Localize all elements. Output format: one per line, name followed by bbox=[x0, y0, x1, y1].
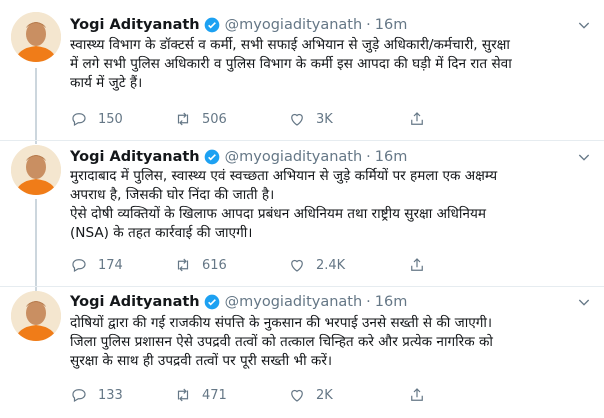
retweet-button[interactable]: 471 bbox=[174, 385, 227, 405]
like-icon bbox=[291, 389, 303, 402]
avatar[interactable] bbox=[11, 291, 61, 341]
share-icon bbox=[411, 388, 423, 401]
separator-dot: · bbox=[366, 17, 371, 33]
author-handle[interactable]: @myogiadityanath bbox=[225, 17, 363, 33]
like-button[interactable]: 2.4K bbox=[288, 255, 345, 275]
like-count: 3K bbox=[316, 111, 333, 127]
share-icon bbox=[411, 258, 423, 271]
chevron-down-icon[interactable] bbox=[576, 149, 592, 165]
avatar[interactable] bbox=[11, 145, 61, 195]
share-button[interactable] bbox=[408, 109, 426, 129]
tweet-line: स्वास्थ्य विभाग के डॉक्टर्स व कर्मी, सभी… bbox=[70, 37, 510, 53]
tweet-line: मुरादाबाद में पुलिस, स्वास्थ्य एवं स्वच्… bbox=[70, 168, 498, 184]
like-count: 2K bbox=[316, 387, 333, 403]
reply-icon bbox=[72, 113, 86, 127]
thread-connector bbox=[35, 68, 37, 144]
share-button[interactable] bbox=[408, 385, 426, 405]
tweet-actions: 174 616 2.4K bbox=[70, 255, 590, 275]
retweet-button[interactable]: 506 bbox=[174, 109, 227, 129]
like-icon bbox=[291, 113, 303, 126]
retweet-icon bbox=[177, 258, 189, 272]
timestamp[interactable]: 16m bbox=[375, 149, 408, 165]
tweet-text: दोषियों द्वारा की गई राजकीय संपत्ति के न… bbox=[70, 314, 590, 371]
like-button[interactable]: 2K bbox=[288, 385, 333, 405]
reply-button[interactable]: 174 bbox=[70, 255, 123, 275]
reply-count: 133 bbox=[98, 387, 123, 403]
reply-button[interactable]: 150 bbox=[70, 109, 123, 129]
tweet-line: सुरक्षा के साथ ही उपद्रवी तत्वों पर पूरी… bbox=[70, 353, 333, 369]
chevron-down-icon[interactable] bbox=[576, 17, 592, 33]
retweet-count: 616 bbox=[202, 257, 227, 273]
tweet-line: कार्य में जुटे हैं। bbox=[70, 75, 143, 91]
like-icon bbox=[291, 259, 303, 272]
tweet-header: Yogi Adityanath @myogiadityanath · 16m bbox=[70, 147, 407, 167]
tweet-actions: 150 506 3K bbox=[70, 109, 590, 129]
author-name[interactable]: Yogi Adityanath bbox=[70, 294, 200, 310]
share-icon bbox=[411, 112, 423, 125]
author-handle[interactable]: @myogiadityanath bbox=[225, 294, 363, 310]
timestamp[interactable]: 16m bbox=[375, 17, 408, 33]
separator-dot: · bbox=[366, 149, 371, 165]
author-name[interactable]: Yogi Adityanath bbox=[70, 17, 200, 33]
retweet-icon bbox=[177, 388, 189, 402]
tweet-3[interactable]: Yogi Adityanath @myogiadityanath · 16m द… bbox=[0, 287, 604, 418]
tweet-header: Yogi Adityanath @myogiadityanath · 16m bbox=[70, 292, 407, 312]
tweet-line: ऐसे दोषी व्यक्तियों के खिलाफ आपदा प्रबंध… bbox=[70, 206, 486, 222]
author-handle[interactable]: @myogiadityanath bbox=[225, 149, 363, 165]
reply-count: 150 bbox=[98, 111, 123, 127]
tweet-1[interactable]: Yogi Adityanath @myogiadityanath · 16m स… bbox=[0, 0, 604, 144]
retweet-button[interactable]: 616 bbox=[174, 255, 227, 275]
share-button[interactable] bbox=[408, 255, 426, 275]
tweet-text: मुरादाबाद में पुलिस, स्वास्थ्य एवं स्वच्… bbox=[70, 167, 590, 243]
reply-count: 174 bbox=[98, 257, 123, 273]
chevron-down-icon[interactable] bbox=[576, 294, 592, 310]
tweet-2[interactable]: Yogi Adityanath @myogiadityanath · 16m म… bbox=[0, 141, 604, 291]
separator-dot: · bbox=[366, 294, 371, 310]
tweet-line: जिला पुलिस प्रशासन ऐसे उपद्रवी तत्वों को… bbox=[70, 334, 493, 350]
tweet-header: Yogi Adityanath @myogiadityanath · 16m bbox=[70, 15, 407, 35]
retweet-icon bbox=[177, 112, 189, 126]
like-count: 2.4K bbox=[316, 257, 346, 273]
thread-connector bbox=[35, 199, 37, 291]
retweet-count: 471 bbox=[202, 387, 227, 403]
retweet-count: 506 bbox=[202, 111, 227, 127]
like-button[interactable]: 3K bbox=[288, 109, 333, 129]
avatar[interactable] bbox=[11, 12, 61, 62]
tweet-line: में लगे सभी पुलिस अधिकारी व पुलिस विभाग … bbox=[70, 56, 512, 72]
tweet-line: अपराध है, जिसकी घोर निंदा की जाती है। bbox=[70, 187, 275, 203]
tweet-actions: 133 471 2K bbox=[70, 385, 590, 405]
tweet-line: दोषियों द्वारा की गई राजकीय संपत्ति के न… bbox=[70, 315, 493, 331]
timestamp[interactable]: 16m bbox=[375, 294, 408, 310]
tweet-line: (NSA) के तहत कार्रवाई की जाएगी। bbox=[70, 225, 253, 241]
verified-badge-icon bbox=[204, 17, 220, 33]
verified-badge-icon bbox=[204, 149, 220, 165]
reply-icon bbox=[72, 259, 86, 273]
tweet-text: स्वास्थ्य विभाग के डॉक्टर्स व कर्मी, सभी… bbox=[70, 36, 590, 93]
author-name[interactable]: Yogi Adityanath bbox=[70, 149, 200, 165]
reply-icon bbox=[72, 389, 86, 403]
verified-badge-icon bbox=[204, 294, 220, 310]
tweet-thread: Yogi Adityanath @myogiadityanath · 16m स… bbox=[0, 0, 604, 418]
reply-button[interactable]: 133 bbox=[70, 385, 123, 405]
